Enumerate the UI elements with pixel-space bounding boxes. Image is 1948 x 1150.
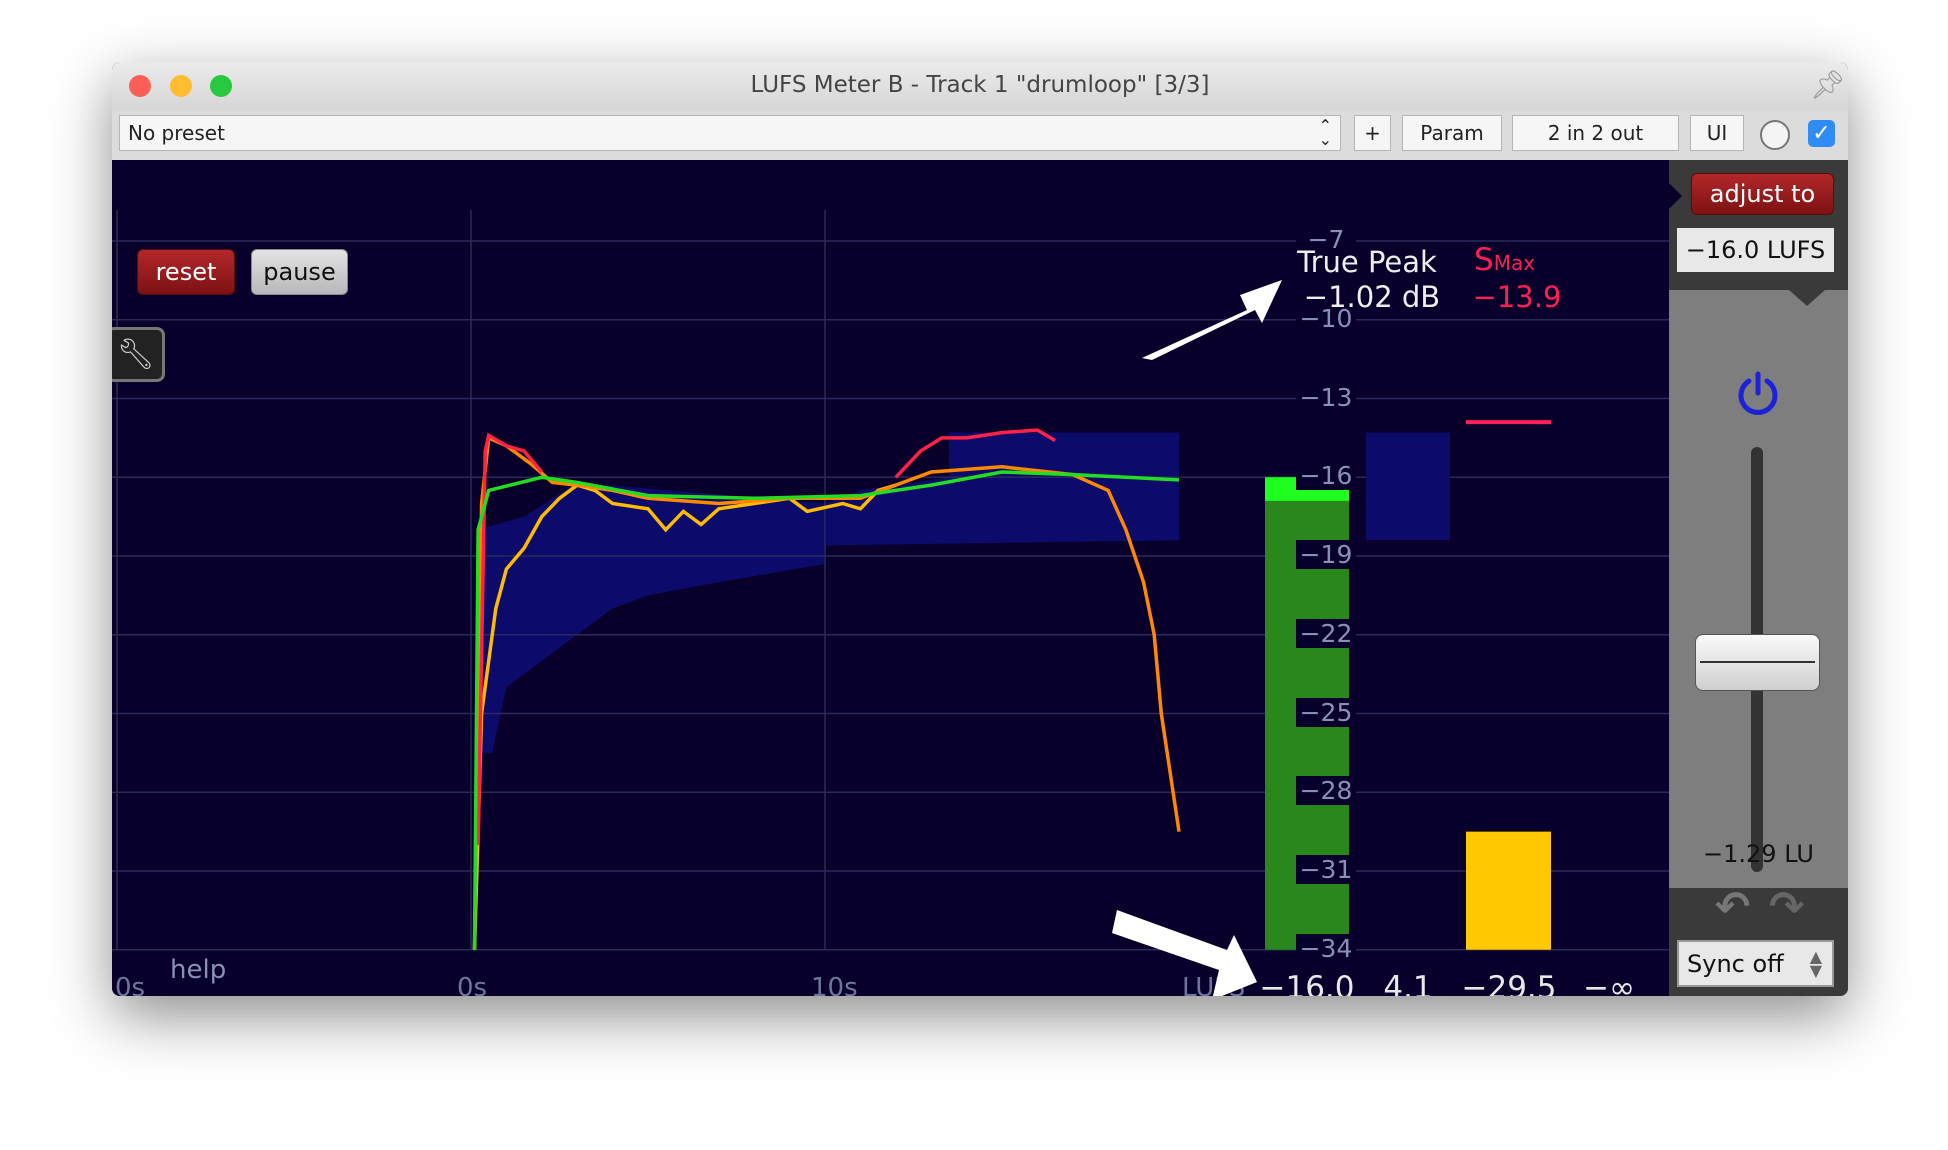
toolbar: No preset ⌃ ⌄ + Param 2 in 2 out UI ✓ — [112, 110, 1848, 160]
gain-slider-thumb[interactable] — [1695, 634, 1820, 691]
gain-value: −1.29 LU — [1703, 840, 1814, 868]
ui-button[interactable]: UI — [1690, 115, 1744, 151]
arrow-integrated-icon — [1112, 910, 1257, 996]
add-preset-button[interactable]: + — [1354, 115, 1391, 151]
preset-value: No preset — [128, 121, 225, 145]
redo-icon[interactable]: ↷ — [1769, 882, 1804, 931]
loudness-plot: −7 −10 −13 −16 −19 −22 −25 −28 −31 −34 0s 0s 10s LUFS… — [112, 160, 1669, 996]
adjust-to-button[interactable]: adjust to — [1691, 173, 1834, 215]
preset-select[interactable]: No preset ⌃ ⌄ — [119, 115, 1341, 151]
io-button[interactable]: 2 in 2 out — [1512, 115, 1679, 151]
power-icon[interactable] — [1735, 371, 1781, 417]
updown-chevron-icon: ⌃ ⌄ — [1318, 116, 1332, 149]
bypass-checkbox[interactable]: ✓ — [1808, 120, 1835, 147]
right-panel: adjust to −16.0 LUFS −1.29 LU ↶ ↷ Sync o… — [1668, 160, 1848, 996]
target-lufs-field[interactable]: −16.0 LUFS — [1677, 228, 1834, 272]
sync-value: Sync off — [1687, 949, 1784, 978]
window-title: LUFS Meter B - Track 1 "drumloop" [3/3] — [750, 72, 1210, 98]
notch — [1789, 290, 1825, 306]
undo-icon[interactable]: ↶ — [1715, 882, 1750, 931]
plugin-window: LUFS Meter B - Track 1 "drumloop" [3/3] … — [112, 62, 1848, 996]
notch-left — [1668, 182, 1682, 210]
param-button[interactable]: Param — [1402, 115, 1502, 151]
sync-select[interactable]: Sync off ▲ ▼ — [1677, 940, 1834, 987]
wet-dry-knob-icon[interactable] — [1760, 120, 1790, 150]
updown-chevron-icon: ▲ ▼ — [1809, 946, 1822, 980]
arrow-true-peak-icon — [1142, 280, 1282, 360]
title-bar: LUFS Meter B - Track 1 "drumloop" [3/3] … — [112, 62, 1848, 111]
annotation-arrows — [1112, 280, 1282, 996]
pin-icon[interactable]: 📌︎ — [1810, 68, 1846, 101]
